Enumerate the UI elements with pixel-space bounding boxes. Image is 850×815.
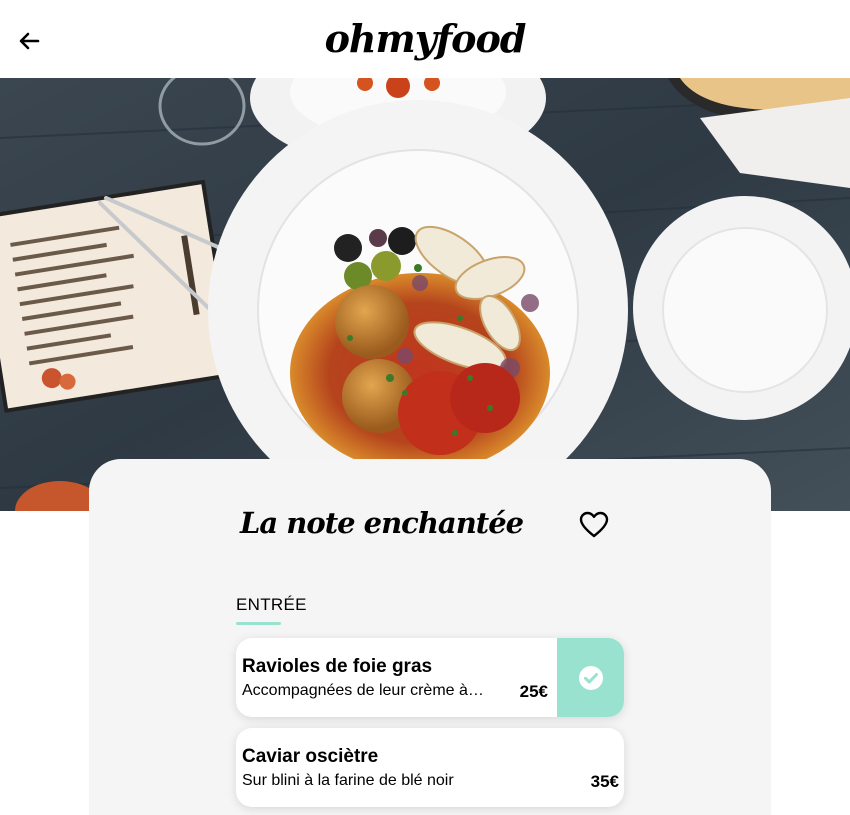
dish-price: 35€ xyxy=(590,772,619,791)
restaurant-name: La note enchantée xyxy=(240,506,524,540)
dish-selected-indicator[interactable] xyxy=(557,638,624,717)
dish-description: Accompagnées de leur crème à l'infusion … xyxy=(242,682,487,699)
dish-card[interactable]: Caviar osciètre Sur blini à la farine de… xyxy=(236,728,624,807)
heart-outline-icon xyxy=(579,511,609,538)
section-label-entree: ENTRÉE xyxy=(236,595,307,614)
dish-name: Ravioles de foie gras xyxy=(242,656,433,677)
check-circle-icon xyxy=(578,665,603,690)
restaurant-menu-card: La note enchantée ENTRÉE Ravioles de foi… xyxy=(89,459,771,815)
favorite-button[interactable] xyxy=(578,509,610,541)
dish-name: Caviar osciètre xyxy=(242,746,379,767)
restaurant-hero-image xyxy=(0,78,850,511)
dish-description: Sur blini à la farine de blé noir xyxy=(242,772,454,789)
app-logo[interactable]: ohmyfood xyxy=(0,14,850,64)
dish-price: 25€ xyxy=(519,682,548,701)
section-underline xyxy=(236,622,281,625)
dish-card[interactable]: Ravioles de foie gras Accompagnées de le… xyxy=(236,638,624,717)
app-header: ohmyfood xyxy=(0,0,850,78)
